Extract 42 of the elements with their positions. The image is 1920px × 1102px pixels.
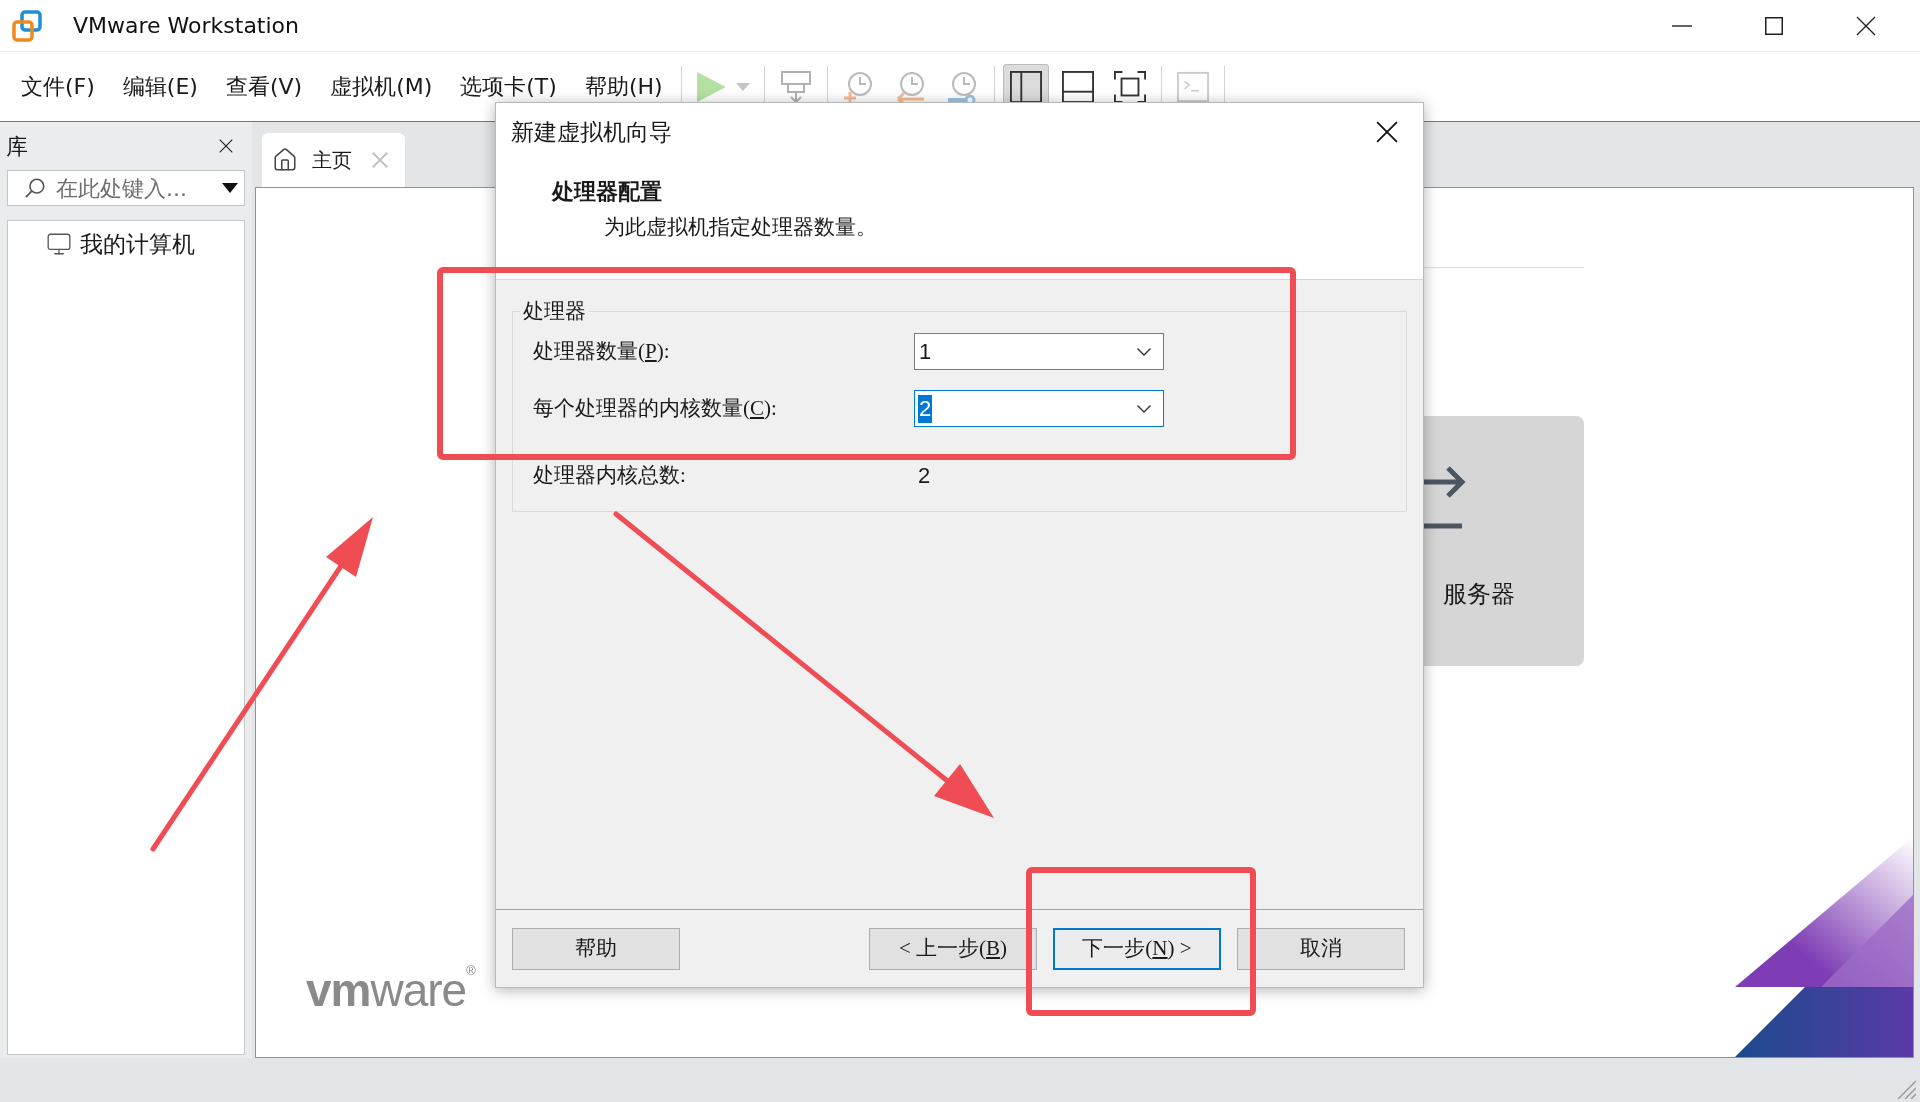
tree-item[interactable]: 我的计算机 <box>46 227 199 262</box>
dialog-button[interactable]: 下一步(N) > <box>1053 927 1221 970</box>
home-icon <box>272 147 298 173</box>
tab[interactable]: 主页 <box>262 133 405 187</box>
page-heading: 处理器配置 <box>552 178 662 206</box>
field-label: 每个处理器的内核数量(C): <box>533 394 778 422</box>
search-field[interactable]: 在此处键入... <box>7 170 245 206</box>
bottom-panel-icon <box>1061 70 1094 103</box>
field-label: 处理器内核总数: <box>533 461 687 489</box>
menu-item[interactable]: 文件(F) <box>21 70 95 103</box>
group-title: 处理器 <box>522 299 587 323</box>
menu-item[interactable]: 编辑(E) <box>122 70 198 103</box>
squares-logo-icon <box>12 9 42 42</box>
sidebar-layout-icon <box>1009 70 1042 103</box>
search-icon <box>24 177 46 199</box>
close-icon <box>1856 15 1876 36</box>
dialog-title: 新建虚拟机向导 <box>511 117 672 147</box>
chevron-down-icon <box>1137 347 1151 356</box>
page-description: 为此虚拟机指定处理器数量。 <box>604 214 877 241</box>
fullscreen-icon <box>1113 70 1146 103</box>
chevron-down-icon <box>1137 404 1151 413</box>
dialog-button[interactable]: 取消 <box>1237 927 1405 970</box>
panel-title: 库 <box>6 132 28 161</box>
window-title: VMware Workstation <box>73 12 299 40</box>
close-icon[interactable] <box>372 152 388 168</box>
resize-grip-icon[interactable] <box>1896 1079 1916 1099</box>
dialog-button[interactable]: 帮助 <box>512 927 680 970</box>
minimize-icon <box>1672 24 1692 27</box>
menu-item[interactable]: 查看(V) <box>225 70 303 103</box>
menu-item[interactable]: 帮助(H) <box>584 70 663 103</box>
field-label: 处理器数量(P): <box>533 337 671 365</box>
menu-item[interactable]: 虚拟机(M) <box>330 70 433 103</box>
dropdown[interactable]: 2 <box>914 390 1164 427</box>
menu-item[interactable]: 选项卡(T) <box>460 70 557 103</box>
maximize-icon <box>1765 16 1783 35</box>
dropdown[interactable]: 1 <box>914 333 1164 370</box>
field-value: 2 <box>918 462 931 490</box>
close-icon <box>219 139 233 153</box>
logo-wordmark: vmware$^{®}$ <box>306 967 475 1013</box>
close-icon <box>1376 121 1398 143</box>
caret-down-icon[interactable] <box>222 183 238 193</box>
dialog-button[interactable]: < 上一步(B) <box>869 927 1037 970</box>
